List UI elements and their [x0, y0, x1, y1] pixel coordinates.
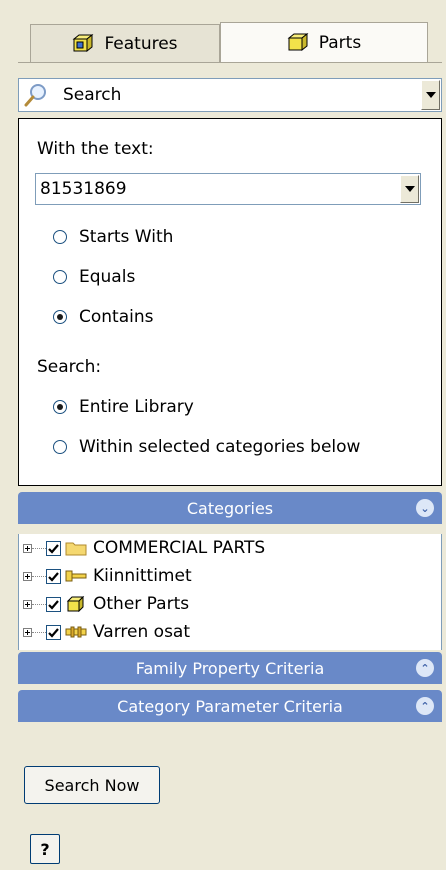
search-criteria-panel: With the text: 81531869 Starts With Equa… — [18, 118, 442, 486]
folder-icon — [65, 542, 87, 556]
collapse-categories-icon[interactable]: ⌄ — [416, 499, 434, 517]
radio-label: Starts With — [79, 227, 174, 247]
search-text-value: 81531869 — [40, 179, 127, 199]
text-label: With the text: — [37, 139, 154, 159]
parts-icon — [287, 32, 309, 51]
radio-label: Within selected categories below — [79, 437, 361, 457]
category-parameter-title: Category Parameter Criteria — [117, 696, 343, 716]
category-label: COMMERCIAL PARTS — [93, 538, 266, 558]
radio-starts-with[interactable]: Starts With — [53, 227, 173, 247]
chevron-down-icon — [425, 92, 436, 98]
radio-button[interactable] — [53, 400, 67, 414]
radio-contains[interactable]: Contains — [53, 307, 153, 327]
tree-item-varren-osat[interactable]: Varren osat — [23, 620, 190, 644]
features-icon — [73, 33, 94, 52]
fastener-icon — [65, 570, 87, 582]
radio-button[interactable] — [53, 440, 67, 454]
tree-item-other-parts[interactable]: Other Parts — [23, 592, 189, 616]
expand-icon[interactable] — [23, 543, 32, 553]
category-checkbox[interactable] — [46, 568, 61, 584]
category-label: Varren osat — [93, 622, 191, 642]
family-property-title: Family Property Criteria — [135, 658, 325, 678]
checkmark-icon — [48, 627, 59, 638]
scope-label: Search: — [37, 357, 102, 377]
radio-within-selected[interactable]: Within selected categories below — [53, 437, 360, 457]
category-tree: COMMERCIAL PARTS Kiinnittimet Other Part… — [18, 534, 442, 650]
expand-category-parameter-icon[interactable]: ⌃ — [416, 697, 434, 715]
category-parameter-header[interactable]: Category Parameter Criteria ⌃ — [18, 690, 442, 722]
help-icon: ? — [40, 839, 50, 859]
help-button[interactable]: ? — [30, 834, 60, 864]
search-now-button[interactable]: Search Now — [24, 766, 160, 804]
radio-button[interactable] — [53, 270, 67, 284]
mode-select-value: Search — [63, 85, 122, 105]
tab-parts[interactable]: Parts — [220, 22, 428, 62]
search-icon — [24, 84, 46, 107]
expand-icon[interactable] — [23, 627, 32, 637]
shaft-part-icon — [65, 626, 87, 638]
category-checkbox[interactable] — [46, 540, 61, 556]
tree-item-kiinnittimet[interactable]: Kiinnittimet — [23, 564, 192, 588]
radio-label: Contains — [79, 307, 154, 327]
categories-header[interactable]: Categories ⌄ — [18, 492, 442, 524]
expand-icon[interactable] — [23, 571, 32, 581]
mode-select[interactable]: Search — [18, 78, 442, 112]
expand-icon[interactable] — [23, 599, 32, 609]
checkmark-icon — [48, 571, 59, 582]
radio-button[interactable] — [53, 310, 67, 324]
expand-family-property-icon[interactable]: ⌃ — [416, 659, 434, 677]
tab-strip-line — [18, 62, 442, 63]
radio-entire-library[interactable]: Entire Library — [53, 397, 194, 417]
radio-button[interactable] — [53, 230, 67, 244]
radio-equals[interactable]: Equals — [53, 267, 135, 287]
tab-features[interactable]: Features — [30, 24, 220, 62]
search-now-label: Search Now — [44, 775, 140, 795]
tab-parts-label: Parts — [318, 32, 362, 53]
radio-label: Entire Library — [79, 397, 194, 417]
checkmark-icon — [48, 543, 59, 554]
category-label: Kiinnittimet — [93, 566, 192, 586]
category-label: Other Parts — [93, 594, 190, 614]
family-property-header[interactable]: Family Property Criteria ⌃ — [18, 652, 442, 684]
tree-item-commercial-parts[interactable]: COMMERCIAL PARTS — [23, 536, 265, 560]
search-text-input[interactable]: 81531869 — [35, 173, 421, 205]
part-icon — [66, 596, 85, 612]
categories-title: Categories — [186, 498, 274, 518]
checkmark-icon — [48, 599, 59, 610]
mode-select-arrow[interactable] — [421, 80, 440, 110]
category-checkbox[interactable] — [46, 624, 61, 640]
search-text-arrow[interactable] — [400, 175, 419, 203]
radio-label: Equals — [79, 267, 136, 287]
category-checkbox[interactable] — [46, 596, 61, 612]
chevron-down-icon — [404, 186, 415, 192]
tab-features-label: Features — [104, 33, 178, 54]
